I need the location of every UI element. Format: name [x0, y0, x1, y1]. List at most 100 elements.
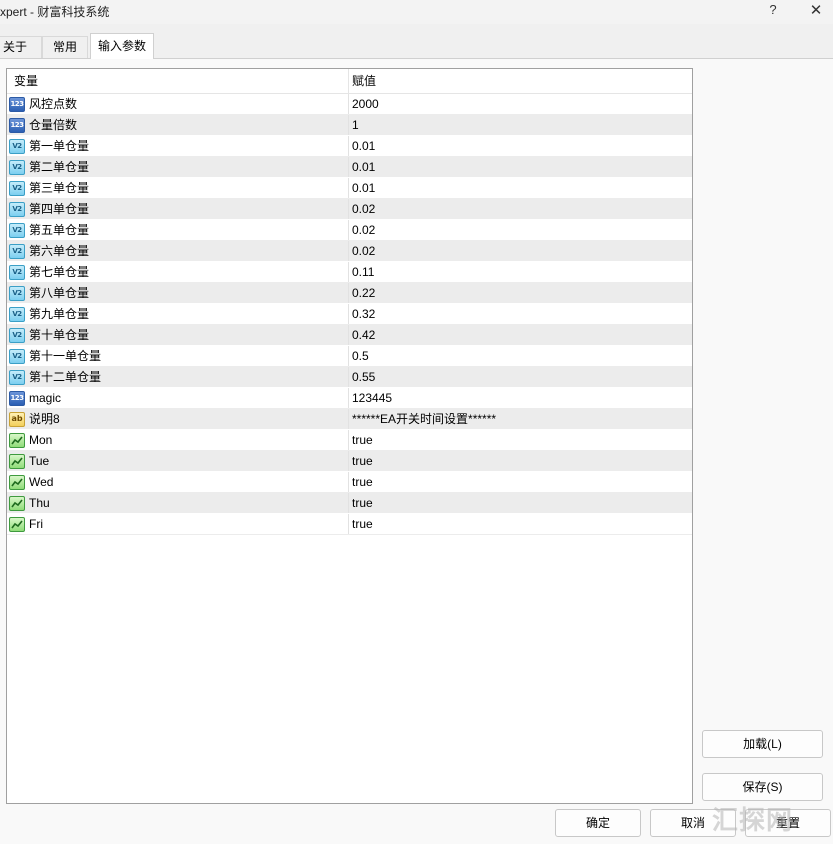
- boolean-type-icon: [9, 475, 25, 490]
- parameter-name-cell: V2 第四单仓量: [7, 199, 349, 219]
- integer-type-icon: 123: [9, 391, 25, 406]
- parameter-value[interactable]: 0.01: [349, 178, 692, 198]
- double-type-icon: V2: [9, 223, 25, 238]
- parameter-row[interactable]: V2 第十二单仓量 0.55: [7, 367, 692, 388]
- parameter-value[interactable]: 0.22: [349, 283, 692, 303]
- parameter-row[interactable]: V2 第一单仓量 0.01: [7, 136, 692, 157]
- parameter-value[interactable]: 0.42: [349, 325, 692, 345]
- parameter-row[interactable]: 123 magic 123445: [7, 388, 692, 409]
- parameter-name: 第六单仓量: [29, 244, 90, 258]
- parameter-name: 第八单仓量: [29, 286, 90, 300]
- column-header-variable[interactable]: 变量: [7, 69, 349, 94]
- parameter-value[interactable]: true: [349, 430, 692, 450]
- parameter-name: 仓量倍数: [29, 118, 78, 132]
- parameter-name-cell: V2 第十一单仓量: [7, 346, 349, 366]
- parameter-name: 第十一单仓量: [29, 349, 102, 363]
- parameter-value[interactable]: 1: [349, 115, 692, 135]
- parameter-row[interactable]: 123 风控点数 2000: [7, 94, 692, 115]
- parameter-name: Mon: [29, 433, 53, 447]
- parameter-row[interactable]: V2 第三单仓量 0.01: [7, 178, 692, 199]
- parameter-name: 第十二单仓量: [29, 370, 102, 384]
- double-type-icon: V2: [9, 286, 25, 301]
- double-type-icon: V2: [9, 307, 25, 322]
- parameter-name-cell: ab 说明8: [7, 409, 349, 429]
- tab-strip: 关于 常用 输入参数: [0, 30, 833, 59]
- parameter-row[interactable]: ab 说明8 ******EA开关时间设置******: [7, 409, 692, 430]
- parameter-row[interactable]: Thu true: [7, 493, 692, 514]
- tab-about[interactable]: 关于: [0, 36, 42, 58]
- grid-header: 变量 赋值: [7, 69, 692, 94]
- parameter-value[interactable]: 0.02: [349, 199, 692, 219]
- parameters-grid: 变量 赋值 123 风控点数 2000 123 仓量倍数 1 V2 第一单仓量 0.01 V2 第二…: [6, 68, 693, 804]
- parameter-name-cell: V2 第六单仓量: [7, 241, 349, 261]
- parameter-value[interactable]: 0.55: [349, 367, 692, 387]
- parameter-name-cell: Mon: [7, 430, 349, 450]
- boolean-type-icon: [9, 433, 25, 448]
- tab-inputs[interactable]: 输入参数: [90, 33, 154, 59]
- double-type-icon: V2: [9, 265, 25, 280]
- parameter-value[interactable]: 0.02: [349, 241, 692, 261]
- parameter-row[interactable]: V2 第五单仓量 0.02: [7, 220, 692, 241]
- parameter-name: 第十单仓量: [29, 328, 90, 342]
- parameter-row[interactable]: Wed true: [7, 472, 692, 493]
- parameter-name-cell: V2 第十单仓量: [7, 325, 349, 345]
- parameter-value[interactable]: ******EA开关时间设置******: [349, 409, 692, 429]
- parameter-row[interactable]: V2 第六单仓量 0.02: [7, 241, 692, 262]
- parameter-row[interactable]: V2 第八单仓量 0.22: [7, 283, 692, 304]
- title-bar: xpert - 财富科技系统 ? ✕: [0, 0, 833, 24]
- parameter-name-cell: 123 magic: [7, 388, 349, 408]
- double-type-icon: V2: [9, 139, 25, 154]
- parameter-name: magic: [29, 391, 62, 405]
- close-button[interactable]: ✕: [808, 1, 824, 19]
- tab-common[interactable]: 常用: [42, 36, 88, 58]
- parameter-row[interactable]: V2 第七单仓量 0.11: [7, 262, 692, 283]
- string-type-icon: ab: [9, 412, 25, 427]
- parameter-row[interactable]: Mon true: [7, 430, 692, 451]
- parameter-row[interactable]: V2 第十单仓量 0.42: [7, 325, 692, 346]
- double-type-icon: V2: [9, 160, 25, 175]
- parameter-value[interactable]: true: [349, 472, 692, 492]
- parameter-row[interactable]: 123 仓量倍数 1: [7, 115, 692, 136]
- parameter-name: 第九单仓量: [29, 307, 90, 321]
- ok-button[interactable]: 确定: [555, 809, 641, 837]
- parameter-name: 第三单仓量: [29, 181, 90, 195]
- parameter-value[interactable]: 0.11: [349, 262, 692, 282]
- boolean-type-icon: [9, 454, 25, 469]
- help-button[interactable]: ?: [766, 2, 780, 17]
- parameter-name: 第二单仓量: [29, 160, 90, 174]
- parameter-value[interactable]: 0.5: [349, 346, 692, 366]
- parameter-name-cell: V2 第二单仓量: [7, 157, 349, 177]
- parameter-name-cell: V2 第五单仓量: [7, 220, 349, 240]
- parameter-value[interactable]: 0.01: [349, 136, 692, 156]
- parameter-row[interactable]: Fri true: [7, 514, 692, 535]
- parameter-value[interactable]: 0.32: [349, 304, 692, 324]
- parameter-value[interactable]: 0.02: [349, 220, 692, 240]
- parameter-row[interactable]: V2 第九单仓量 0.32: [7, 304, 692, 325]
- parameter-value[interactable]: true: [349, 514, 692, 534]
- parameter-row[interactable]: V2 第十一单仓量 0.5: [7, 346, 692, 367]
- boolean-type-icon: [9, 517, 25, 532]
- save-button[interactable]: 保存(S): [702, 773, 823, 801]
- parameter-name-cell: 123 仓量倍数: [7, 115, 349, 135]
- parameter-name-cell: Fri: [7, 514, 349, 534]
- load-button[interactable]: 加载(L): [702, 730, 823, 758]
- parameter-row[interactable]: V2 第二单仓量 0.01: [7, 157, 692, 178]
- parameter-name-cell: V2 第三单仓量: [7, 178, 349, 198]
- parameter-name-cell: V2 第十二单仓量: [7, 367, 349, 387]
- boolean-type-icon: [9, 496, 25, 511]
- parameter-name: 说明8: [29, 412, 60, 426]
- parameter-name-cell: V2 第七单仓量: [7, 262, 349, 282]
- parameter-value[interactable]: true: [349, 451, 692, 471]
- parameter-row[interactable]: V2 第四单仓量 0.02: [7, 199, 692, 220]
- parameter-name: 第五单仓量: [29, 223, 90, 237]
- column-header-value[interactable]: 赋值: [349, 69, 692, 94]
- parameter-row[interactable]: Tue true: [7, 451, 692, 472]
- parameter-name: Fri: [29, 517, 43, 531]
- parameter-value[interactable]: true: [349, 493, 692, 513]
- parameter-value[interactable]: 123445: [349, 388, 692, 408]
- parameter-value[interactable]: 0.01: [349, 157, 692, 177]
- parameter-value[interactable]: 2000: [349, 94, 692, 114]
- window-title: xpert - 财富科技系统: [0, 5, 110, 19]
- double-type-icon: V2: [9, 370, 25, 385]
- double-type-icon: V2: [9, 244, 25, 259]
